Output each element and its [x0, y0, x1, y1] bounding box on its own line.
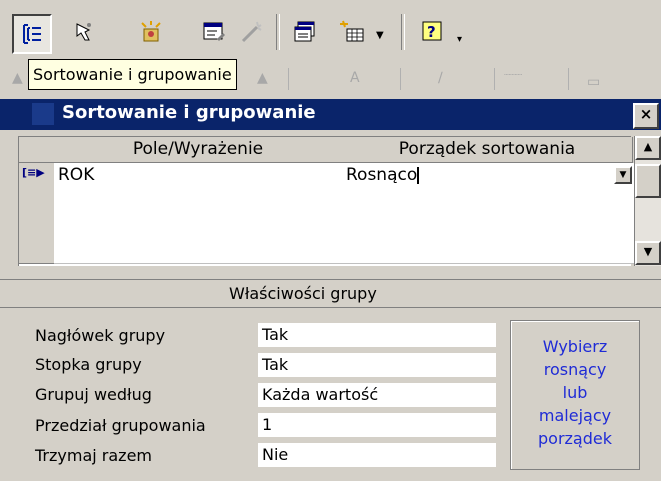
- text-cursor: [417, 166, 420, 184]
- hint-line: Wybierz: [542, 337, 608, 356]
- group-properties-title: Właściwości grupy: [229, 284, 377, 303]
- svg-text:?: ?: [427, 23, 436, 41]
- toolbar: ▼ ? ▾: [0, 0, 661, 64]
- hint-line: porządek: [538, 429, 612, 448]
- arrow-down-icon: ▼: [643, 245, 653, 258]
- grid-cell-order[interactable]: [342, 238, 637, 264]
- row-selector[interactable]: [19, 213, 55, 239]
- property-value-group-footer[interactable]: Tak: [258, 353, 496, 377]
- grid-scrollbar[interactable]: ▲ ▼: [634, 136, 661, 266]
- column-header-order: Porządek sortowania: [342, 137, 633, 163]
- code-icon: [76, 23, 91, 41]
- help-dropdown-icon[interactable]: ▾: [457, 34, 462, 45]
- property-label: Trzymaj razem: [35, 446, 152, 465]
- grid-cell-field[interactable]: [54, 188, 347, 214]
- grid-cell-order[interactable]: Rosnąco ▼: [342, 163, 637, 189]
- sorting-grouping-icon: [23, 24, 41, 44]
- build-wand-icon: [241, 21, 262, 43]
- hint-box: Wybierz rosnący lub malejący porządek: [510, 320, 640, 470]
- database-window-icon: [294, 21, 315, 42]
- scroll-up-button[interactable]: ▲: [635, 136, 661, 160]
- grid-corner: [19, 137, 55, 163]
- property-label: Grupuj według: [35, 385, 152, 404]
- properties-icon: [203, 22, 225, 41]
- tooltip: Sortowanie i grupowanie: [28, 59, 237, 90]
- hint-line: lub: [562, 383, 588, 402]
- grid-cell-order[interactable]: [342, 188, 637, 214]
- row-selector[interactable]: [19, 238, 55, 264]
- help-button[interactable]: ?: [415, 14, 451, 50]
- new-object-dropdown-icon[interactable]: ▼: [376, 30, 384, 41]
- group-properties-header: Właściwości grupy: [0, 279, 661, 308]
- dialog-titlebar: Sortowanie i grupowanie ×: [0, 99, 661, 130]
- property-value-group-on[interactable]: Każda wartość: [258, 383, 496, 407]
- dialog-title: Sortowanie i grupowanie: [62, 102, 316, 123]
- grid-cell-field[interactable]: [54, 238, 347, 264]
- property-value-keep-together[interactable]: Nie: [258, 443, 496, 467]
- property-label: Przedział grupowania: [35, 416, 206, 435]
- property-label: Stopka grupy: [35, 355, 142, 374]
- row-selector[interactable]: [19, 188, 55, 214]
- scroll-down-button[interactable]: ▼: [635, 241, 661, 265]
- current-row-icon: [≡▶: [22, 166, 45, 179]
- properties-button[interactable]: [196, 14, 232, 50]
- sorting-grouping-title-icon: [32, 103, 54, 125]
- code-button[interactable]: [65, 14, 101, 50]
- column-header-field: Pole/Wyrażenie: [54, 137, 343, 163]
- arrow-up-icon: ▲: [643, 140, 653, 153]
- property-value-group-header[interactable]: Tak: [258, 323, 496, 347]
- new-object-icon: [340, 20, 364, 42]
- database-window-button[interactable]: [287, 14, 323, 50]
- grid-cell-order[interactable]: [342, 213, 637, 239]
- property-value-group-interval[interactable]: 1: [258, 413, 496, 437]
- autoformat-button[interactable]: [133, 14, 169, 50]
- row-selector-current[interactable]: [≡▶: [19, 163, 55, 189]
- grid-cell-field[interactable]: [54, 213, 347, 239]
- hint-line: rosnący: [543, 360, 607, 379]
- build-button[interactable]: [234, 14, 270, 50]
- close-button[interactable]: ×: [633, 103, 659, 129]
- order-value: Rosnąco: [346, 165, 418, 185]
- help-icon: ?: [422, 21, 442, 41]
- scroll-thumb[interactable]: [635, 164, 661, 198]
- hint-line: malejący: [538, 406, 612, 425]
- order-dropdown-button[interactable]: ▼: [614, 166, 632, 184]
- grid-cell-field[interactable]: ROK: [54, 163, 347, 189]
- sorting-grouping-button[interactable]: [12, 14, 52, 54]
- chevron-down-icon: ▼: [619, 170, 627, 180]
- sort-grid: Pole/Wyrażenie Porządek sortowania [≡▶ R…: [18, 136, 637, 266]
- autoformat-icon: [141, 21, 161, 42]
- property-label: Nagłówek grupy: [35, 326, 166, 345]
- new-object-button[interactable]: [334, 14, 370, 50]
